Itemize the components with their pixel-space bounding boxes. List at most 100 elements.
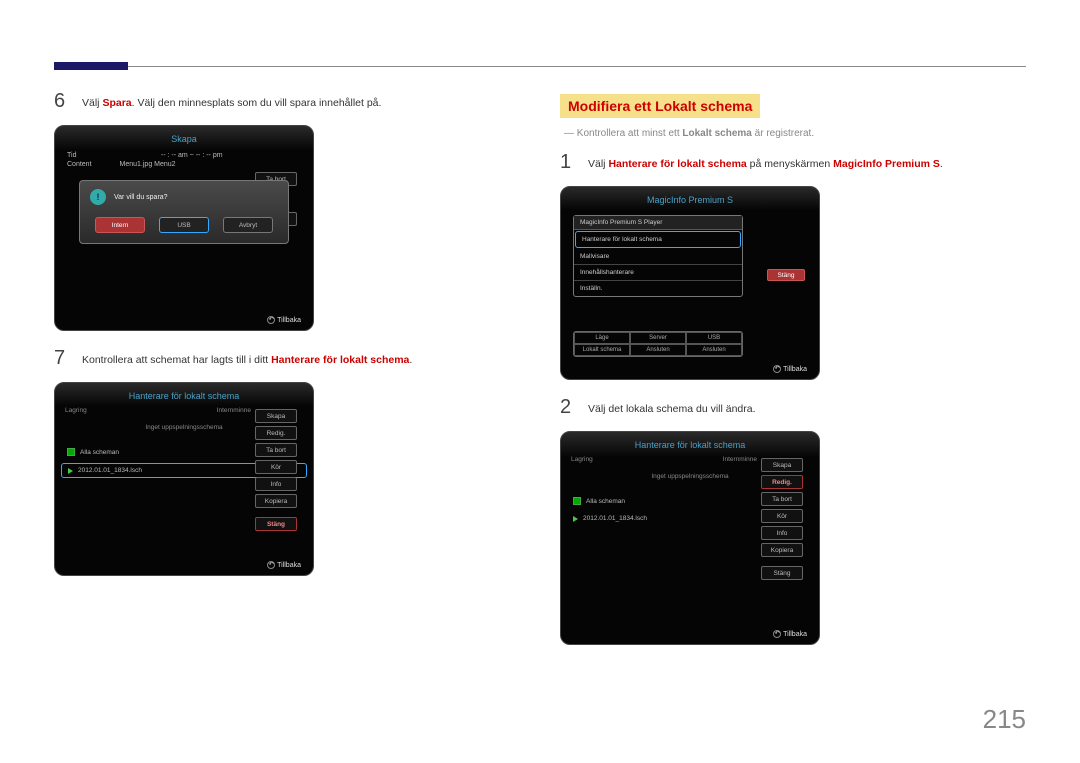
t: .: [409, 354, 412, 366]
modal-question: Var vill du spara?: [114, 194, 168, 201]
panel-title: MagicInfo Premium S: [567, 193, 813, 211]
step-text: Välj Spara. Välj den minnesplats som du …: [82, 90, 381, 113]
footer-text: Tillbaka: [277, 317, 301, 324]
step-number: 7: [54, 347, 72, 370]
sched-name: 2012.01.01_1834.lsch: [78, 467, 142, 474]
skapa-button[interactable]: Skapa: [255, 409, 297, 423]
t: på menyskärmen: [747, 158, 833, 170]
list-header: MagicInfo Premium S Player: [574, 216, 742, 230]
panel-footer: ↶Tillbaka: [61, 557, 307, 571]
th: USB: [686, 332, 742, 344]
all-label: Alla scheman: [80, 449, 119, 456]
t: ― Kontrollera att minst ett: [564, 128, 682, 139]
kor-button[interactable]: Kör: [761, 509, 803, 523]
redig-button[interactable]: Redig.: [761, 475, 803, 489]
header-accent: [54, 62, 128, 70]
question-icon: !: [90, 189, 106, 205]
kopiera-button[interactable]: Kopiera: [255, 494, 297, 508]
header-rule: [54, 66, 1026, 67]
save-location-modal: ! Var vill du spara? Intern USB Avbryt: [79, 180, 289, 244]
kor-button[interactable]: Kör: [255, 460, 297, 474]
redig-button[interactable]: Redig.: [255, 426, 297, 440]
label-content: Content: [67, 161, 92, 168]
panel-title: Hanterare för lokalt schema: [61, 389, 307, 407]
info-button[interactable]: Info: [761, 526, 803, 540]
storage-value: Internminne: [217, 407, 251, 414]
panel-skapa: Skapa Tid -- : -- am ~ -- : -- pm Ta bor…: [54, 125, 314, 331]
t-red: MagicInfo Premium S: [833, 158, 940, 170]
return-icon: ↶: [773, 365, 781, 373]
column-left: 6 Välj Spara. Välj den minnesplats som d…: [54, 90, 514, 592]
intern-button[interactable]: Intern: [95, 217, 145, 233]
lagring-label: Lagring: [65, 407, 87, 414]
t: Kontrollera att schemat har lagts till i…: [82, 354, 271, 366]
section-heading: Modifiera ett Lokalt schema: [560, 94, 760, 118]
t: .: [940, 158, 943, 170]
step-text: Välj det lokala schema du vill ändra.: [588, 396, 756, 419]
panel-hanterare-left: Hanterare för lokalt schema Lagring Inte…: [54, 382, 314, 576]
page-number: 215: [983, 704, 1026, 735]
tabort-button[interactable]: Ta bort: [255, 443, 297, 457]
column-right: Modifiera ett Lokalt schema ― Kontroller…: [560, 90, 1020, 661]
stang-button[interactable]: Stäng: [255, 517, 297, 531]
footer-text: Tillbaka: [277, 562, 301, 569]
menu-item-installn[interactable]: Inställn.: [574, 281, 742, 296]
checkbox-icon: [573, 497, 581, 505]
play-icon: [573, 516, 578, 522]
panel-title: Skapa: [61, 132, 307, 150]
skapa-button[interactable]: Skapa: [761, 458, 803, 472]
label-tid: Tid: [67, 152, 76, 159]
menu-item-mallvisare[interactable]: Mallvisare: [574, 249, 742, 265]
step-text: Välj Hanterare för lokalt schema på meny…: [588, 151, 943, 174]
td: Ansluten: [630, 344, 686, 356]
usb-button[interactable]: USB: [159, 217, 209, 233]
t-red: Hanterare för lokalt schema: [271, 354, 409, 366]
t-bold: Lokalt schema: [682, 128, 751, 139]
menu-item-innehall[interactable]: Innehållshanterare: [574, 265, 742, 281]
t: Välj: [82, 97, 102, 109]
play-icon: [68, 468, 73, 474]
value-tid: -- : -- am ~ -- : -- pm: [82, 152, 301, 159]
menu-item-hanterare[interactable]: Hanterare för lokalt schema: [575, 231, 741, 248]
step-number: 2: [560, 396, 578, 419]
footer-text: Tillbaka: [783, 366, 807, 373]
th: Läge: [574, 332, 630, 344]
step-number: 6: [54, 90, 72, 113]
kopiera-button[interactable]: Kopiera: [761, 543, 803, 557]
footer-text: Tillbaka: [783, 631, 807, 638]
sched-name: 2012.01.01_1834.lsch: [583, 515, 647, 522]
checkbox-icon: [67, 448, 75, 456]
lagring-label: Lagring: [571, 456, 593, 463]
panel-footer: ↶Tillbaka: [61, 312, 307, 326]
info-button[interactable]: Info: [255, 477, 297, 491]
step-6: 6 Välj Spara. Välj den minnesplats som d…: [54, 90, 514, 113]
all-label: Alla scheman: [586, 498, 625, 505]
return-icon: ↶: [267, 561, 275, 569]
step-7: 7 Kontrollera att schemat har lagts till…: [54, 347, 514, 370]
step-number: 1: [560, 151, 578, 174]
stang-button[interactable]: Stäng: [767, 269, 805, 281]
td: Lokalt schema: [574, 344, 630, 356]
dash-note: ― Kontrollera att minst ett Lokalt schem…: [564, 128, 1020, 139]
value-content: Menu1.jpg Menu2: [120, 161, 176, 168]
th: Server: [630, 332, 686, 344]
td: Ansluten: [686, 344, 742, 356]
t: Välj: [588, 158, 608, 170]
t-red: Spara: [102, 97, 131, 109]
return-icon: ↶: [267, 316, 275, 324]
return-icon: ↶: [773, 630, 781, 638]
panel-hanterare-right: Hanterare för lokalt schema Lagring Inte…: [560, 431, 820, 645]
step-2: 2 Välj det lokala schema du vill ändra.: [560, 396, 1020, 419]
status-table: Läge Server USB Lokalt schema Ansluten A…: [573, 331, 743, 357]
panel-magicinfo: MagicInfo Premium S MagicInfo Premium S …: [560, 186, 820, 380]
stang-button[interactable]: Stäng: [761, 566, 803, 580]
panel-footer: ↶Tillbaka: [567, 361, 813, 375]
storage-value: Internminne: [723, 456, 757, 463]
step-1: 1 Välj Hanterare för lokalt schema på me…: [560, 151, 1020, 174]
panel-footer: ↶Tillbaka: [567, 626, 813, 640]
avbryt-button[interactable]: Avbryt: [223, 217, 273, 233]
tabort-button[interactable]: Ta bort: [761, 492, 803, 506]
t-red: Hanterare för lokalt schema: [608, 158, 746, 170]
t: . Välj den minnesplats som du vill spara…: [132, 97, 382, 109]
panel-title: Hanterare för lokalt schema: [567, 438, 813, 456]
